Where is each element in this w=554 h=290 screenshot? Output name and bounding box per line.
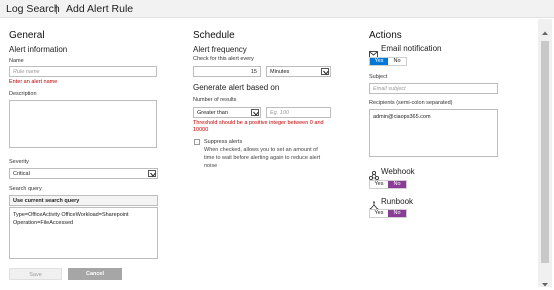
recipients-value: admin@ciaops365.com xyxy=(373,114,431,120)
search-query-mode: Use current search query xyxy=(13,198,80,204)
scroll-down-icon[interactable] xyxy=(541,275,549,287)
schedule-title: Schedule xyxy=(193,30,235,41)
interval-unit-value: Minutes xyxy=(270,69,290,75)
chevron-down-icon xyxy=(148,170,156,177)
suppress-note-line-1: When checked, allows you to set an amoun… xyxy=(204,147,318,153)
name-label: Name xyxy=(9,58,24,64)
scrollbar-thumb[interactable] xyxy=(541,41,549,263)
interval-input[interactable] xyxy=(193,66,261,77)
chevron-down-icon xyxy=(251,109,259,116)
description-label: Description xyxy=(9,91,37,97)
severity-value: Critical xyxy=(13,171,30,177)
email-notification-title: Email notification xyxy=(381,44,442,53)
results-label: Number of results xyxy=(193,97,237,103)
recipients-field[interactable]: admin@ciaops365.com xyxy=(369,109,498,157)
name-input[interactable] xyxy=(9,66,157,77)
search-query-label: Search query xyxy=(9,186,42,192)
generate-title: Generate alert based on xyxy=(193,83,280,92)
search-query-select[interactable]: Use current search query xyxy=(9,195,158,212)
subject-input[interactable] xyxy=(369,83,498,94)
runbook-title: Runbook xyxy=(381,197,414,206)
webhook-toggle[interactable]: Yes No xyxy=(369,180,407,189)
frequency-title: Alert frequency xyxy=(193,45,247,54)
email-no-option[interactable]: No xyxy=(388,58,406,65)
alert-info-title: Alert information xyxy=(9,45,68,54)
severity-select[interactable]: Critical xyxy=(9,168,158,179)
actions-title: Actions xyxy=(369,30,402,41)
runbook-toggle[interactable]: Yes No xyxy=(369,209,407,218)
description-field[interactable] xyxy=(9,100,157,148)
search-query-field[interactable]: Type=OfficeActivity OfficeWorkload=Share… xyxy=(9,207,158,259)
comparator-select[interactable]: Greater than xyxy=(193,107,261,118)
suppress-label: Suppress alerts xyxy=(204,139,243,145)
email-yes-option[interactable]: Yes xyxy=(370,58,388,65)
query-line-1: Type=OfficeActivity OfficeWorkload=Share… xyxy=(13,212,129,218)
recipients-label: Recipients (semi-colon separated) xyxy=(369,100,453,106)
webhook-yes-option[interactable]: Yes xyxy=(370,181,388,188)
subject-label: Subject xyxy=(369,74,388,80)
runbook-no-option[interactable]: No xyxy=(388,210,406,217)
suppress-note-line-2: time to wait before alerting again to re… xyxy=(204,155,321,161)
interval-unit-select[interactable]: Minutes xyxy=(266,66,331,77)
suppress-note-line-3: noise xyxy=(204,163,218,169)
threshold-error-line-1: Threshold should be a positive integer b… xyxy=(193,120,324,126)
severity-label: Severity xyxy=(9,159,29,165)
cancel-button[interactable]: Cancel xyxy=(68,268,122,280)
vertical-scrollbar[interactable] xyxy=(538,19,552,287)
suppress-checkbox[interactable] xyxy=(194,139,200,145)
webhook-no-option[interactable]: No xyxy=(388,181,406,188)
comparator-value: Greater than xyxy=(197,110,228,116)
scroll-up-icon[interactable] xyxy=(541,23,549,35)
page-title: Add Alert Rule xyxy=(66,3,134,15)
breadcrumb-log-search[interactable]: Log Search xyxy=(6,3,60,15)
runbook-yes-option[interactable]: Yes xyxy=(370,210,388,217)
check-every-label: Check for this alert every xyxy=(193,56,254,62)
email-toggle[interactable]: Yes No xyxy=(369,57,407,66)
threshold-input[interactable] xyxy=(266,107,331,118)
breadcrumb: Log Search | Add Alert Rule xyxy=(0,0,554,18)
general-title: General xyxy=(9,30,45,41)
breadcrumb-separator: | xyxy=(55,3,58,15)
webhook-title: Webhook xyxy=(381,167,415,176)
name-error: Enter an alert name xyxy=(9,79,58,85)
query-line-2: Operation=FileAccessed xyxy=(13,220,74,226)
save-button[interactable]: Save xyxy=(9,268,62,280)
chevron-down-icon xyxy=(321,68,329,75)
threshold-error-line-2: 10000 xyxy=(193,127,209,133)
